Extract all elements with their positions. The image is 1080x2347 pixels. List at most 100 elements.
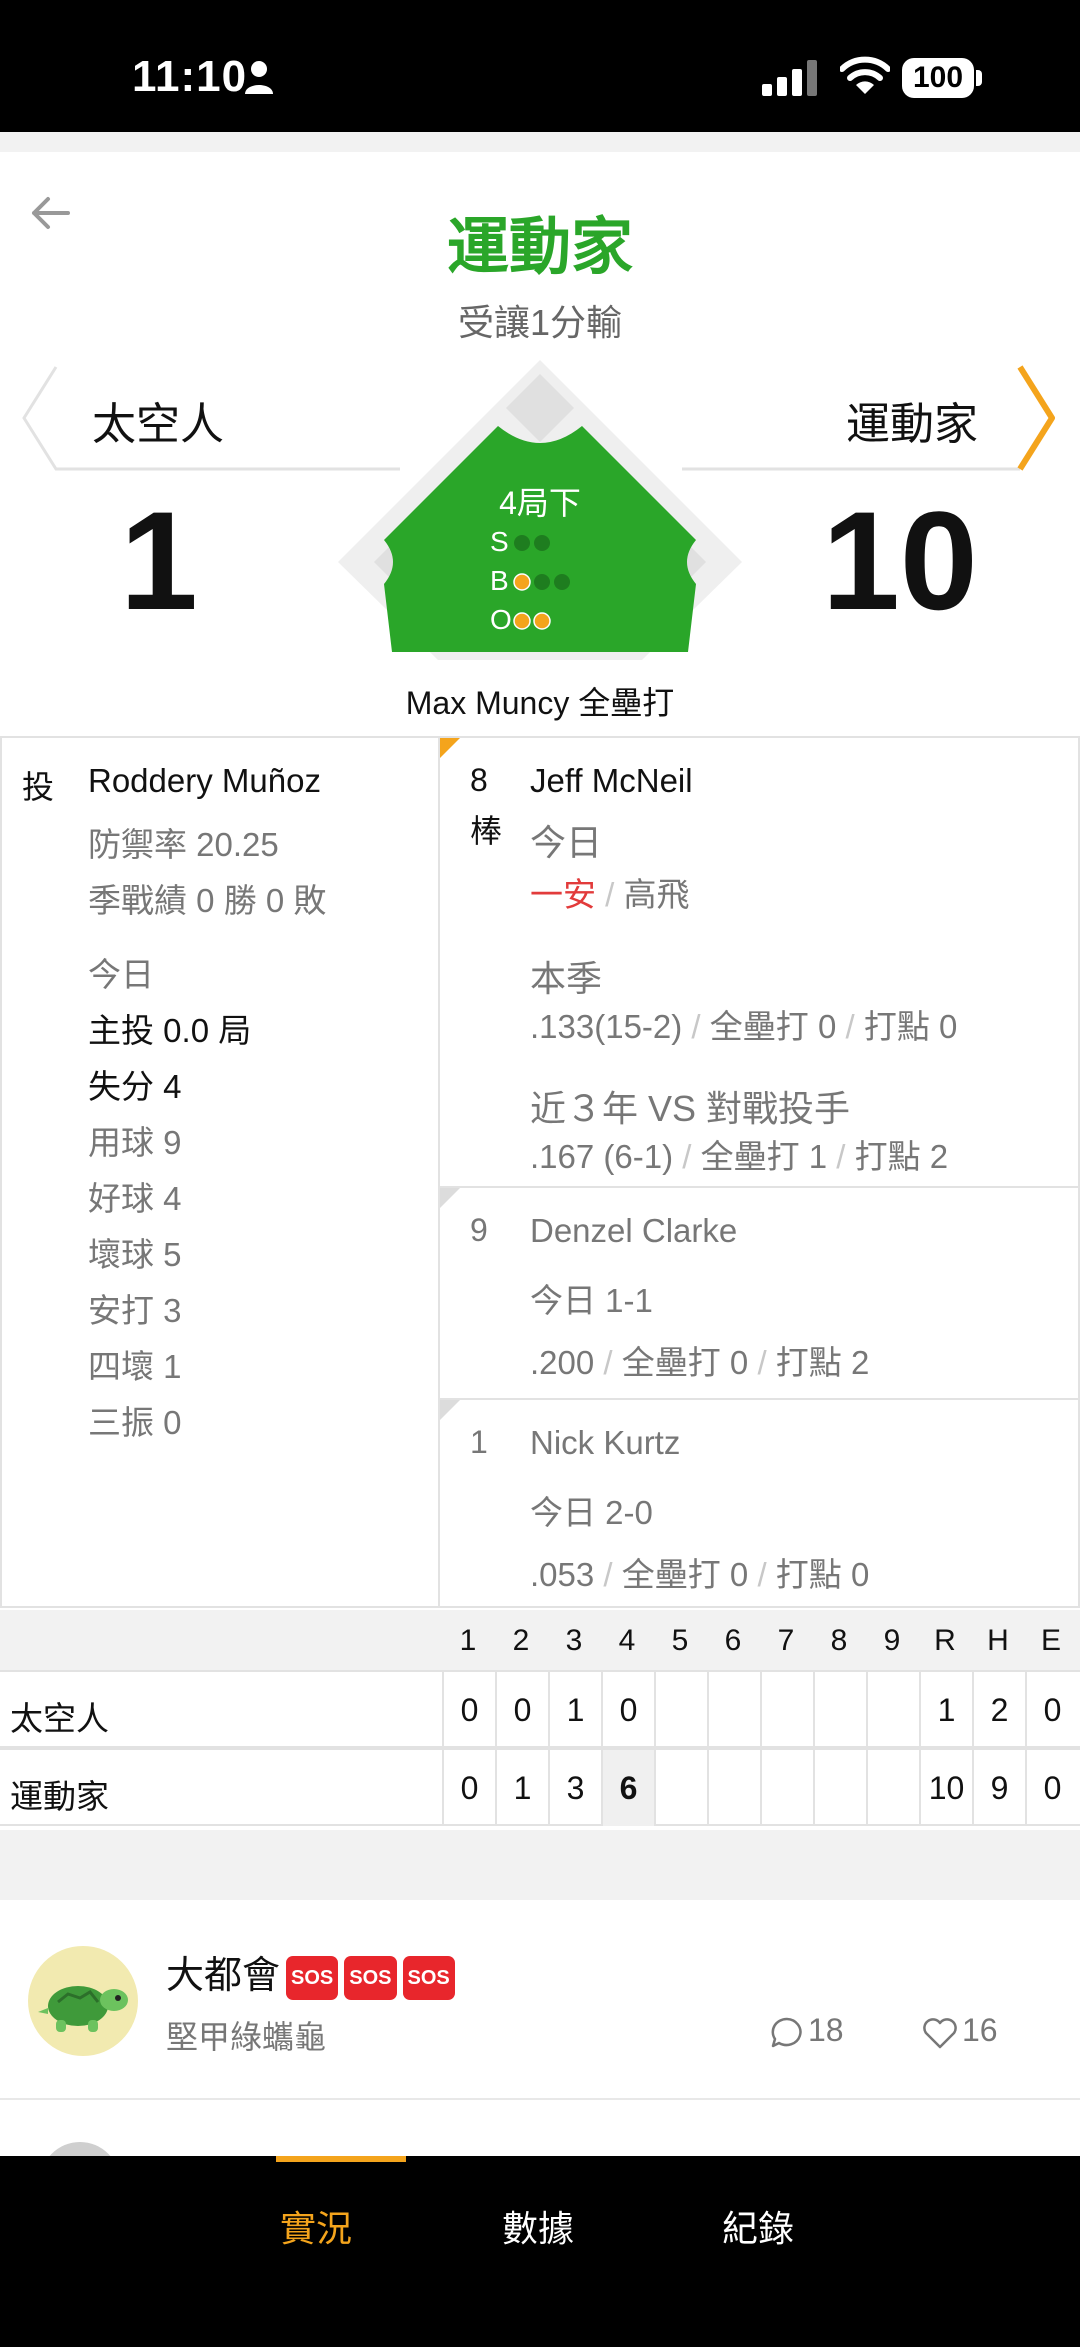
batter-order-suffix: 棒 [470, 813, 503, 849]
cellular-signal-icon [762, 60, 817, 96]
ball-dot [554, 574, 570, 590]
sos-badge: SOS [344, 1955, 397, 2000]
line-score-header-cell: 8 [830, 1624, 848, 1657]
ball-dot [513, 573, 531, 591]
line-score-cell [654, 1750, 707, 1826]
line-score-team: 運動家 [10, 1778, 109, 1815]
next-batter-today: 今日 2-0 [530, 1494, 653, 1531]
batter-today-label: 今日 [530, 822, 603, 863]
out-dot [513, 612, 531, 630]
line-score-cell [707, 1750, 760, 1826]
status-bar: 11:10 100 [0, 0, 1080, 132]
heart-icon [923, 2017, 957, 2048]
line-score-cell: 6 [601, 1750, 654, 1826]
batter-vs-stats: .167 (6-1) / 全壘打 1 / 打點 2 [530, 1138, 949, 1175]
line-score-cell: 0 [1025, 1672, 1078, 1748]
pitcher-hits: 安打 3 [88, 1292, 182, 1329]
line-score-header-cell: 1 [459, 1624, 477, 1657]
pitcher-strikeouts: 三振 0 [88, 1404, 182, 1441]
batter-order: 8 [470, 762, 488, 798]
next-batter[interactable]: 1 Nick Kurtz 今日 2-0 .053 / 全壘打 0 / 打點 0 [440, 1398, 1078, 1606]
line-score-cell [654, 1672, 707, 1748]
section-gap [0, 1830, 1080, 1900]
current-batter[interactable]: 8 棒 Jeff McNeil 今日 一安 / 高飛 本季 .133(15-2)… [440, 738, 1078, 1186]
inning-label: 4局下 [499, 485, 581, 521]
next-batter-today: 今日 1-1 [530, 1282, 653, 1319]
line-score-cell: 10 [919, 1750, 972, 1826]
line-score-cell: 0 [601, 1672, 654, 1748]
tab-live[interactable]: 實況 [280, 2200, 352, 2252]
pitcher-record: 季戰績 0 勝 0 敗 [88, 882, 327, 919]
next-batter-stats: .200 / 全壘打 0 / 打點 2 [530, 1344, 870, 1381]
next-batter-stats: .053 / 全壘打 0 / 打點 0 [530, 1556, 870, 1593]
out-label: O [490, 604, 512, 635]
batter-vs-label: 近３年 VS 對戰投手 [530, 1088, 851, 1129]
line-score-cell [813, 1750, 866, 1826]
out-dot [533, 612, 551, 630]
line-score-header-cell: R [934, 1624, 956, 1657]
top-divider [0, 132, 1080, 152]
line-score-row-away: 太空人 0010120 [0, 1670, 1080, 1748]
comment-subtitle: 堅甲綠蠵龜 [166, 2019, 327, 2055]
winner-title: 運動家 [446, 213, 633, 282]
line-score-cell: 1 [919, 1672, 972, 1748]
line-score-cell [866, 1672, 919, 1748]
comment-card[interactable]: 大都會 SOS SOS SOS 堅甲綠蠵龜 18 16 [0, 1900, 1080, 2100]
line-score-cell: 0 [1025, 1750, 1078, 1826]
next-batter-name: Denzel Clarke [530, 1212, 738, 1249]
line-score-cell: 0 [442, 1672, 495, 1748]
line-score-cell [813, 1672, 866, 1748]
bottom-nav: 實況 數據 紀錄 [0, 2156, 1080, 2347]
line-score-cell: 9 [972, 1750, 1025, 1826]
line-score-row-home: 運動家 0 1 3 6 10 9 0 [0, 1748, 1080, 1826]
pitcher-name[interactable]: Roddery Muñoz [88, 762, 321, 800]
line-score-cell: 0 [495, 1672, 548, 1748]
line-score-header: 1 2 3 4 5 6 7 8 9RHE [0, 1610, 1080, 1670]
batter-today-stats: 一安 / 高飛 [530, 876, 690, 913]
current-marker [440, 738, 460, 758]
pitcher-strikes: 好球 4 [88, 1180, 182, 1217]
line-score-cell [760, 1672, 813, 1748]
turtle-icon [38, 1986, 128, 2032]
batter-season-stats: .133(15-2) / 全壘打 0 / 打點 0 [530, 1008, 958, 1045]
batter-today-other: 高飛 [623, 876, 690, 913]
tab-stats[interactable]: 數據 [502, 2200, 574, 2252]
pitcher-tag: 投 [22, 769, 55, 805]
tab-records[interactable]: 紀錄 [722, 2200, 794, 2252]
turtle-avatar[interactable] [28, 1946, 138, 2056]
battery-level: 100 [902, 58, 974, 98]
home-team-name: 運動家 [846, 400, 978, 449]
strike-dot [514, 535, 530, 551]
line-score-header-cell: 2 [512, 1624, 530, 1657]
line-score-header-cell: 3 [565, 1624, 583, 1657]
status-time: 11:10 [132, 52, 248, 101]
strike-dot [534, 535, 550, 551]
pitcher-pitches: 用球 9 [88, 1124, 182, 1161]
like-button[interactable]: 16 [922, 2012, 998, 2050]
batter-panel: 8 棒 Jeff McNeil 今日 一安 / 高飛 本季 .133(15-2)… [440, 738, 1080, 1606]
line-score-header-cell: 4 [618, 1624, 636, 1657]
person-icon [245, 61, 273, 94]
line-score-header-cell: 9 [883, 1624, 901, 1657]
reply-count-button[interactable]: 18 [770, 2012, 844, 2050]
strike-label: S [490, 526, 509, 557]
pitcher-runs: 失分 4 [88, 1068, 182, 1105]
line-score-header-cell: 6 [724, 1624, 742, 1657]
comment-username[interactable]: 大都會 [166, 1955, 280, 1997]
line-score-cell [866, 1750, 919, 1826]
batter-today-hit: 一安 [530, 876, 596, 913]
pitcher-walks: 四壞 1 [88, 1348, 182, 1385]
betting-result: 受讓1分輸 [457, 302, 623, 343]
battery-icon: 100 [902, 58, 982, 98]
pitcher-today-label: 今日 [88, 956, 154, 993]
sos-badge: SOS [402, 1955, 455, 2000]
next-batter[interactable]: 9 Denzel Clarke 今日 1-1 .200 / 全壘打 0 / 打點… [440, 1186, 1078, 1398]
line-score-cell: 1 [495, 1750, 548, 1826]
pitcher-balls: 壞球 5 [88, 1236, 182, 1273]
batter-season-label: 本季 [530, 958, 603, 999]
line-score-header-cell: E [1040, 1624, 1061, 1657]
like-count: 16 [962, 2012, 998, 2048]
active-tab-indicator [276, 2156, 406, 2162]
line-score-header-cell: 7 [777, 1624, 795, 1657]
reply-count: 18 [808, 2012, 844, 2048]
